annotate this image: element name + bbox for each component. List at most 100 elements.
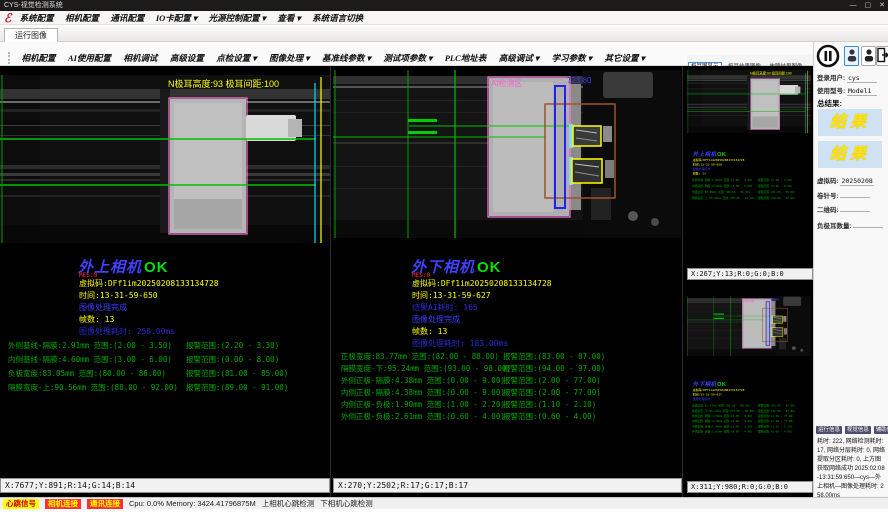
model-label: 使用型号: <box>817 88 845 95</box>
left-overlay-label: N极耳高度:93 极耳间距:100 <box>168 78 279 89</box>
alarm-text: 报警范围:(89.00 - 91.00) <box>758 196 796 200</box>
measure-text: 正极宽度:83.77mm 范围:(82.00 - 88.00) <box>341 352 499 361</box>
menu-light-config[interactable]: 光源控制配置 ▾ <box>209 12 266 24</box>
preview-frames: 帧数: 13 <box>693 171 706 175</box>
preview-bottom-pixel-status: X:311;Y:980;R:0;G:0;B:0 <box>687 481 813 493</box>
left-process-done: 图像处理完成 <box>79 302 127 313</box>
tool-test-params[interactable]: 测试项参数 ▾ <box>383 52 432 64</box>
tab-strip: 运行图像 <box>0 25 888 42</box>
mid-camera-viewport[interactable]: AI检测区 723.80 <box>333 70 681 238</box>
info-tab-run[interactable]: 运行信息 <box>816 426 842 434</box>
tab-run-image[interactable]: 运行图像 <box>4 28 58 42</box>
measure-row: 外侧基线-隔膜:2.91mm 范围:(2.00 - 3.50) 报警范围:(2.… <box>8 340 338 351</box>
measure-text: 隔膜宽度-上:90.56mm 范围:(88.00 - 92.00) <box>8 383 178 392</box>
pause-button[interactable] <box>816 44 840 68</box>
tool-ai-config[interactable]: AI使用配置 <box>68 52 111 64</box>
tool-image-processing[interactable]: 图像处理 ▾ <box>269 52 309 64</box>
virtual-code-label: 虚拟码: <box>817 178 839 185</box>
neg-tab-count-row: 负极耳数量: <box>817 220 886 231</box>
minimize-icon[interactable]: — <box>850 0 857 11</box>
maximize-icon[interactable]: ▢ <box>865 0 872 11</box>
user-unlock-button[interactable] <box>844 46 859 66</box>
ai-region-label: AI检测区 <box>491 78 523 88</box>
left-camera-viewport[interactable]: N极耳高度:93 极耳间距:100 <box>0 75 330 243</box>
measure-row: 隔膜宽度-上:90.56mm 范围:(88.00 - 92.00) 报警范围:(… <box>8 382 338 393</box>
virtual-code-value: 20250208 <box>840 177 873 186</box>
measure-row: 内侧正极-隔膜:4.38mm 范围:(0.00 - 9.00) 报警范围:(2.… <box>692 419 814 423</box>
tool-other-settings[interactable]: 其它设置 ▾ <box>604 52 644 64</box>
menu-language-switch[interactable]: 系统语言切换 <box>312 12 363 24</box>
tool-camera-debug[interactable]: 相机调试 <box>123 52 157 64</box>
preview-camera-name: 外上相机 <box>693 151 717 157</box>
alarm-text: 报警范围:(83.00 - 87.00) <box>758 404 796 408</box>
cpu-memory-status: Cpu: 0.0% Memory: 3424.41796875M <box>129 499 256 508</box>
alarm-text: 报警范围:(2.00 - 77.00) <box>503 387 601 398</box>
preview-bottom-viewport[interactable] <box>687 296 811 356</box>
menubar: ℰ 系统配置 相机配置 通讯配置 IO卡配置 ▾ 光源控制配置 ▾ 查看 ▾ 系… <box>0 11 888 25</box>
measure-text: 隔膜宽度-下:95.24mm 范围:(93.00 - 98.00) <box>692 409 755 412</box>
alarm-text: 报警范围:(2.20 - 3.30) <box>758 178 792 182</box>
model-row: 使用型号: Model1 <box>817 85 886 96</box>
tool-baseline-params[interactable]: 基准线参数 ▾ <box>322 52 371 64</box>
menu-comm-config[interactable]: 通讯配置 <box>110 12 144 24</box>
pin-number-value <box>840 197 870 198</box>
preview-bottom-textblock: 外下相机OK 虚拟码:DFf1im20250208133134728 时间:13… <box>689 380 812 450</box>
left-camera-textblock: 外上相机OK MES:0 虚拟码:DFf1im20250208133134728… <box>0 256 330 471</box>
qr-code-label: 二维码: <box>817 207 839 214</box>
app-logo-icon: ℰ <box>4 11 11 26</box>
mid-camera-result: OK <box>477 259 502 276</box>
info-tab-aux[interactable]: 辅助信息 <box>874 426 888 434</box>
qr-code-row: 二维码: <box>817 204 886 215</box>
sidebar-buttons <box>816 44 888 68</box>
toolbar-grip-icon <box>8 52 11 64</box>
measure-row: 外侧正极-隔膜:4.38mm 范围:(0.00 - 9.00) 报警范围:(2.… <box>341 375 671 386</box>
info-tabs: 运行信息 视觉信息 辅助信息 <box>816 426 888 434</box>
alarm-text: 报警范围:(0.60 - 4.00) <box>503 411 596 422</box>
upper-camera-heartbeat: 上相机心跳检测 <box>262 498 315 509</box>
tool-advanced-debug[interactable]: 高级调试 ▾ <box>499 52 539 64</box>
measure-text: 内侧正极-负极:1.90mm 范围:(1.00 - 2.20) <box>341 400 505 409</box>
camera-link-badge: 相机连接 <box>45 499 81 509</box>
alarm-text: 报警范围:(83.00 - 87.00) <box>503 351 605 362</box>
menu-camera-config[interactable]: 相机配置 <box>65 12 99 24</box>
user-icon <box>846 47 858 63</box>
login-user-row: 登录用户: cys <box>817 72 886 83</box>
info-tab-vision[interactable]: 视觉信息 <box>845 426 871 434</box>
tool-spot-check[interactable]: 点检设置 ▾ <box>216 52 256 64</box>
menu-io-config[interactable]: IO卡配置 ▾ <box>156 12 197 24</box>
measure-row: 内侧正极-负极:1.90mm 范围:(1.00 - 2.20) 报警范围:(1.… <box>692 424 814 428</box>
comm-link-badge: 通讯连接 <box>87 499 123 509</box>
tool-learning-params[interactable]: 学习参数 ▾ <box>552 52 592 64</box>
alarm-text: 报警范围:(0.60 - 4.00) <box>758 430 792 434</box>
left-camera-result: OK <box>144 259 169 276</box>
left-time: 时间:13-31-59-650 <box>79 290 158 301</box>
mid-elapsed: 图像处理耗时: 183.00ms <box>412 338 508 349</box>
neg-tab-count-value <box>853 227 883 228</box>
pin-number-row: 卷针号: <box>817 190 886 201</box>
measure-row: 外侧正极-负极:2.61mm 范围:(0.60 - 4.00) 报警范围:(0.… <box>341 411 671 422</box>
close-icon[interactable]: ✕ <box>879 0 885 11</box>
alarm-text: 报警范围:(1.10 - 2.10) <box>503 399 596 410</box>
menu-system-config[interactable]: 系统配置 <box>20 12 54 24</box>
left-barcode: 虚拟码:DFf1im20250208133134728 <box>79 278 219 289</box>
preview-camera-name: 外下相机 <box>693 381 717 387</box>
preview-camera-result: OK <box>717 151 726 157</box>
measure-row: 正极宽度:83.77mm 范围:(82.00 - 88.00) 报警范围:(83… <box>692 404 814 408</box>
measure-row: 外侧正极-负极:2.61mm 范围:(0.60 - 4.00) 报警范围:(0.… <box>692 430 814 434</box>
measure-text: 外侧基线-隔膜:2.91mm 范围:(2.00 - 3.50) <box>692 178 753 181</box>
preview-bottom-panel: 外下相机OK 虚拟码:DFf1im20250208133134728 时间:13… <box>687 288 813 497</box>
mid-time: 时间:13-31-59-627 <box>412 290 491 301</box>
exit-button[interactable] <box>876 46 888 66</box>
lower-camera-heartbeat: 下相机心跳检测 <box>320 498 373 509</box>
alarm-text: 报警范围:(94.00 - 97.00) <box>758 409 796 413</box>
mid-camera-textblock: 外下相机OK MES:0 虚拟码:DFf1im20250208133134728… <box>333 256 682 471</box>
measure-row: 正极宽度:83.77mm 范围:(82.00 - 88.00) 报警范围:(83… <box>341 351 671 362</box>
user-lock-button[interactable] <box>861 46 876 66</box>
tool-advanced-settings[interactable]: 高级设置 <box>170 52 204 64</box>
menu-view[interactable]: 查看 ▾ <box>277 12 300 24</box>
tool-camera-config[interactable]: 相机配置 <box>21 52 55 64</box>
preview-done: 图像处理完成 <box>693 397 711 401</box>
tool-plc-address[interactable]: PLC地址表 <box>445 52 487 64</box>
preview-top-viewport[interactable] <box>687 70 811 133</box>
mid-ai-elapsed: 结果AI耗时: 165 <box>412 302 478 313</box>
